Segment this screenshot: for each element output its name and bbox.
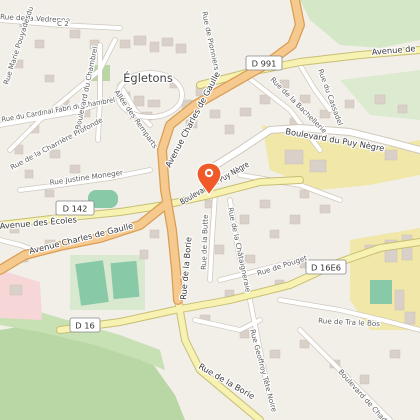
sports-pitch-2 <box>110 260 140 300</box>
road-shield-d16-label: D 16 <box>75 321 95 331</box>
road-shield-d142: D 142 <box>55 200 95 216</box>
map-view[interactable]: D 991 D 142 D 16E6 D 16 Égletons Avenue … <box>0 0 420 420</box>
road-shield-d16: D 16 <box>69 317 101 333</box>
road-shield-d16e6-label: D 16E6 <box>311 263 341 273</box>
sports-pitch-1 <box>75 260 109 306</box>
road-shield-d991: D 991 <box>245 55 283 71</box>
town-label: Égletons <box>123 70 173 85</box>
road-shield-d142-label: D 142 <box>63 204 88 214</box>
street-label-c2: C 2 <box>57 19 69 28</box>
road-shield-d16e6: D 16E6 <box>305 259 347 275</box>
sports-pitch-3 <box>370 280 392 304</box>
map-canvas[interactable]: D 991 D 142 D 16E6 D 16 Égletons Avenue … <box>0 0 420 420</box>
road-shield-d991-label: D 991 <box>252 59 277 69</box>
